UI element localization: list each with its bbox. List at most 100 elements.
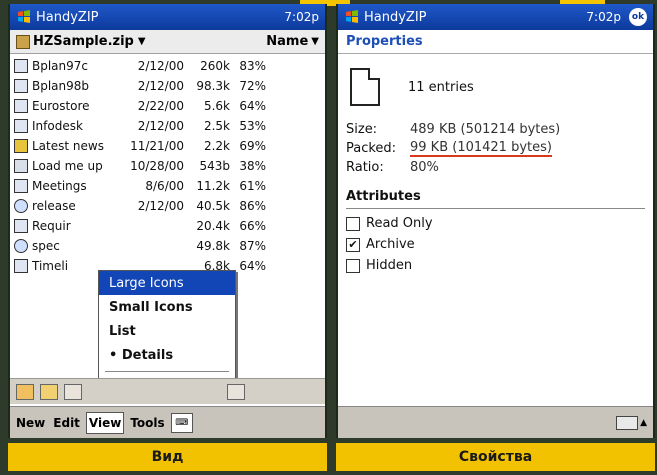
archive-name: HZSample.zip [33, 34, 134, 49]
file-name: Eurostore [32, 99, 90, 113]
menu-separator [105, 371, 229, 372]
file-row[interactable]: spec 49.8k 87% [10, 236, 325, 256]
file-name: release [32, 199, 76, 213]
checkbox[interactable] [346, 216, 360, 231]
file-row[interactable]: Bplan98b 2/12/00 98.3k 72% [10, 76, 325, 96]
chevron-down-icon: ▼ [311, 36, 319, 47]
left-menubar: New Edit View Tools ⌨ [10, 406, 325, 438]
file-list: Bplan97c 2/12/00 260k 83% Bplan98b 2/12/00 98.… [10, 54, 325, 276]
menu-view[interactable]: View [85, 411, 125, 434]
file-size: 543b [199, 159, 230, 173]
file-row[interactable]: Infodesk 2/12/00 2.5k 53% [10, 116, 325, 136]
left-device-screen: HandyZIP 7:02p HZSample.zip ▼ Name ▼ Bpl… [8, 4, 327, 438]
file-size: 49.8k [196, 239, 230, 253]
news-icon [14, 139, 28, 153]
size-label: Size: [346, 122, 378, 137]
view-menu-item[interactable]: List [99, 319, 235, 343]
file-row[interactable]: Eurostore 2/22/00 5.6k 64% [10, 96, 325, 116]
menu-new[interactable]: New [14, 413, 47, 433]
right-menubar: ▲ [338, 406, 653, 438]
properties-toolbar-icon[interactable] [227, 383, 245, 400]
file-date: 11/21/00 [130, 139, 184, 153]
file-row[interactable]: Meetings 8/6/00 11.2k 61% [10, 176, 325, 196]
packed-value: 99 KB (101421 bytes) [410, 139, 645, 158]
file-date: 2/12/00 [137, 199, 184, 213]
checkbox-label: Archive [366, 237, 415, 252]
caption-properties: Свойства [336, 443, 655, 471]
right-titlebar: HandyZIP 7:02p ok [338, 4, 653, 30]
properties-title: Properties [338, 30, 653, 54]
folder-icon[interactable] [40, 383, 58, 400]
file-name: Requir [32, 219, 71, 233]
menu-edit[interactable]: Edit [51, 413, 82, 433]
document-icon [14, 219, 28, 233]
sort-label: Name [266, 34, 309, 49]
windows-start-flag-icon[interactable] [16, 9, 32, 25]
view-menu-item[interactable]: • Details [99, 343, 235, 367]
file-name: Bplan98b [32, 79, 90, 93]
checkbox-label: Hidden [366, 258, 413, 273]
file-name: Infodesk [32, 119, 83, 133]
ratio-label: Ratio: [346, 160, 384, 175]
document-icon [14, 119, 28, 133]
document-icon [350, 68, 380, 106]
checkbox[interactable] [346, 258, 360, 273]
file-date: 2/12/00 [137, 59, 184, 73]
archive-selector[interactable]: HZSample.zip ▼ [16, 34, 266, 49]
menu-tools[interactable]: Tools [128, 413, 166, 433]
file-name: Latest news [32, 139, 104, 153]
chevron-down-icon: ▼ [137, 36, 146, 47]
windows-start-flag-icon[interactable] [344, 9, 360, 25]
file-date: 10/28/00 [130, 159, 184, 173]
keyboard-icon[interactable] [616, 415, 639, 430]
zip-archive-icon [16, 34, 30, 49]
file-name: Meetings [32, 179, 87, 193]
installer-icon [14, 239, 28, 253]
file-size: 20.4k [196, 219, 230, 233]
right-device-screen: HandyZIP 7:02p ok Properties 11 entries … [336, 4, 655, 438]
file-row[interactable]: Latest news 11/21/00 2.2k 69% [10, 136, 325, 156]
clock[interactable]: 7:02p [586, 10, 621, 24]
left-titlebar: HandyZIP 7:02p [10, 4, 325, 30]
file-row[interactable]: release 2/12/00 40.5k 86% [10, 196, 325, 216]
checkbox[interactable]: ✔ [346, 237, 360, 252]
file-ratio: 86% [239, 199, 266, 213]
file-size: 40.5k [196, 199, 230, 213]
package-icon [14, 159, 28, 173]
view-menu-item[interactable]: Large Icons [99, 271, 235, 295]
file-date: 2/12/00 [137, 79, 184, 93]
attributes-list: Read Only ✔ Archive Hidden [338, 213, 653, 276]
document-icon [14, 259, 28, 273]
document-icon [14, 99, 28, 113]
file-ratio: 61% [239, 179, 266, 193]
packed-label: Packed: [346, 141, 397, 156]
file-date: 2/12/00 [137, 119, 184, 133]
file-ratio: 69% [239, 139, 266, 153]
ok-button[interactable]: ok [629, 8, 647, 26]
file-size: 2.5k [203, 119, 230, 133]
file-name: Load me up [32, 159, 103, 173]
file-row[interactable]: Bplan97c 2/12/00 260k 83% [10, 56, 325, 76]
file-ratio: 38% [239, 159, 266, 173]
view-menu-item[interactable]: Small Icons [99, 295, 235, 319]
attribute-checkbox-row[interactable]: Hidden [338, 255, 653, 276]
app-title: HandyZIP [36, 9, 99, 25]
toolbar-button-icon[interactable] [64, 383, 82, 400]
archive-header: HZSample.zip ▼ Name ▼ [10, 30, 325, 54]
clock[interactable]: 7:02p [284, 10, 319, 24]
extract-icon[interactable] [16, 383, 34, 400]
file-name: Bplan97c [32, 59, 89, 73]
sort-selector[interactable]: Name ▼ [266, 34, 319, 49]
file-size: 5.6k [203, 99, 230, 113]
file-date: 8/6/00 [145, 179, 184, 193]
attribute-checkbox-row[interactable]: ✔ Archive [338, 234, 653, 255]
installer-icon [14, 199, 28, 213]
file-date: 2/22/00 [137, 99, 184, 113]
file-row[interactable]: Load me up 10/28/00 543b 38% [10, 156, 325, 176]
input-panel-icon[interactable]: ⌨ [170, 412, 193, 433]
ratio-value: 80% [410, 160, 439, 175]
attribute-checkbox-row[interactable]: Read Only [338, 213, 653, 234]
file-row[interactable]: Requir 20.4k 66% [10, 216, 325, 236]
chevron-up-icon[interactable]: ▲ [640, 418, 647, 428]
packed-value-text: 99 KB (101421 bytes) [410, 140, 552, 157]
